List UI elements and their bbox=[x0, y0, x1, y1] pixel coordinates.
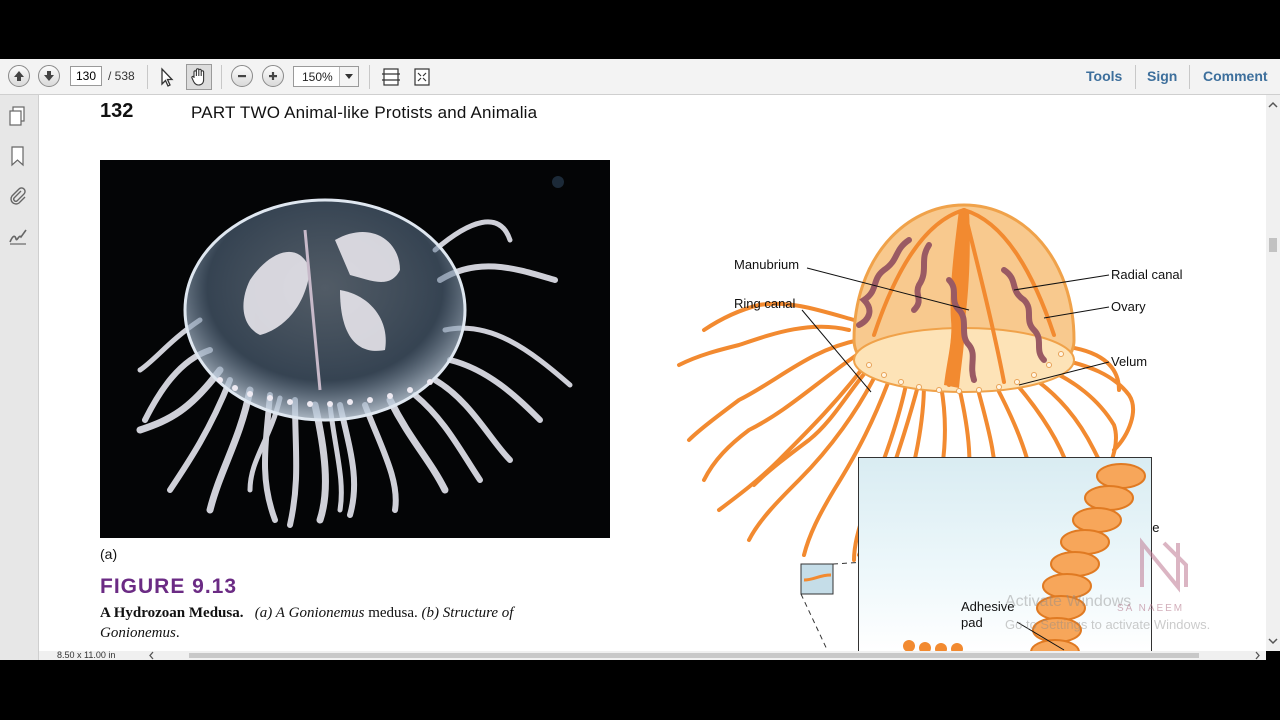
read-mode-button[interactable] bbox=[411, 66, 433, 88]
caption-title: A Hydrozoan Medusa. bbox=[100, 605, 244, 621]
toolbar-divider bbox=[147, 65, 148, 89]
read-mode-icon bbox=[414, 68, 430, 86]
previous-page-button[interactable] bbox=[8, 65, 30, 87]
page-thumbnails-button[interactable] bbox=[7, 105, 29, 127]
attachments-button[interactable] bbox=[7, 185, 29, 207]
vertical-scrollbar[interactable] bbox=[1266, 95, 1280, 651]
scroll-left-icon[interactable] bbox=[147, 651, 157, 660]
label-ovary: Ovary bbox=[1111, 299, 1146, 314]
figure-part-label-a: (a) bbox=[100, 546, 118, 562]
figure-number: FIGURE 9.13 bbox=[100, 575, 238, 598]
page-number: 132 bbox=[100, 100, 134, 122]
bookmark-icon bbox=[11, 146, 24, 167]
pages-icon bbox=[9, 106, 25, 126]
scroll-up-icon[interactable] bbox=[1266, 99, 1280, 111]
zoom-select[interactable]: 150% bbox=[293, 66, 359, 87]
label-velum: Velum bbox=[1111, 354, 1147, 369]
vertical-scroll-thumb[interactable] bbox=[1269, 238, 1277, 252]
navigation-pane bbox=[0, 95, 39, 660]
zoom-out-button[interactable] bbox=[231, 65, 253, 87]
caption-part-b: (b) Structure of bbox=[421, 605, 514, 621]
caption-period: . bbox=[175, 625, 180, 641]
signatures-button[interactable] bbox=[7, 225, 29, 247]
horizontal-scrollbar[interactable]: 8.50 x 11.00 in bbox=[39, 650, 1266, 660]
logo-icon bbox=[1140, 537, 1188, 593]
toolbar-divider bbox=[221, 65, 222, 89]
label-manubrium: Manubrium bbox=[734, 257, 799, 272]
page-total: / 538 bbox=[108, 69, 135, 83]
label-radial-canal: Radial canal bbox=[1111, 267, 1183, 282]
scroll-right-icon[interactable] bbox=[1252, 651, 1262, 660]
label-ring-canal: Ring canal bbox=[734, 296, 796, 311]
letterbox-bottom bbox=[0, 660, 1280, 720]
activate-windows-title: Activate Windows bbox=[1005, 593, 1132, 610]
caption-genus: Gonionemus bbox=[100, 625, 176, 641]
pdf-toolbar: / 538 150% Tools Sign Comment bbox=[0, 59, 1280, 95]
page-size-readout: 8.50 x 11.00 in bbox=[57, 650, 116, 660]
page-number-input[interactable] bbox=[70, 66, 102, 86]
bookmarks-button[interactable] bbox=[7, 145, 29, 167]
fit-page-icon bbox=[382, 68, 400, 86]
medusa-photograph bbox=[100, 160, 610, 538]
hand-icon bbox=[191, 68, 205, 86]
caption-medusa: medusa. bbox=[368, 605, 418, 621]
toolbar-divider bbox=[1135, 65, 1136, 89]
select-tool-button[interactable] bbox=[156, 66, 178, 88]
caption-genus: Gonionemus bbox=[288, 605, 365, 621]
next-page-button[interactable] bbox=[38, 65, 60, 87]
zoom-dropdown-button[interactable] bbox=[339, 67, 358, 86]
activate-windows-subtitle: Go to Settings to activate Windows. bbox=[1005, 617, 1211, 632]
zoom-out-icon bbox=[238, 75, 246, 78]
channel-logo bbox=[1134, 535, 1194, 600]
running-header: PART TWO Animal-like Protists and Animal… bbox=[191, 103, 538, 122]
zoom-value: 150% bbox=[302, 70, 333, 84]
zoom-in-button[interactable] bbox=[262, 65, 284, 87]
scroll-down-icon[interactable] bbox=[1266, 635, 1280, 647]
select-cursor-icon bbox=[161, 67, 174, 87]
tools-link[interactable]: Tools bbox=[1086, 68, 1122, 84]
chevron-down-icon bbox=[345, 73, 353, 79]
sign-icon bbox=[9, 229, 27, 245]
attachment-icon bbox=[10, 187, 26, 205]
fit-page-button[interactable] bbox=[380, 66, 402, 88]
figure-caption: A Hydrozoan Medusa. (a) A Gonionemus med… bbox=[100, 603, 620, 643]
toolbar-divider bbox=[1189, 65, 1190, 89]
zoom-in-icon bbox=[269, 72, 277, 80]
label-adhesive-pad-line2: pad bbox=[961, 615, 983, 630]
toolbar-divider bbox=[369, 65, 370, 89]
document-page: 132 PART TWO Animal-like Protists and An… bbox=[39, 95, 1266, 651]
arrow-up-icon bbox=[14, 71, 24, 81]
sign-link[interactable]: Sign bbox=[1147, 68, 1177, 84]
comment-link[interactable]: Comment bbox=[1203, 68, 1268, 84]
horizontal-scroll-thumb[interactable] bbox=[189, 653, 1199, 658]
hand-tool-button[interactable] bbox=[186, 64, 212, 90]
caption-part-a: (a) A bbox=[254, 605, 285, 621]
channel-logo-text: SA NAEEM bbox=[1117, 603, 1185, 614]
arrow-down-icon bbox=[44, 71, 54, 81]
